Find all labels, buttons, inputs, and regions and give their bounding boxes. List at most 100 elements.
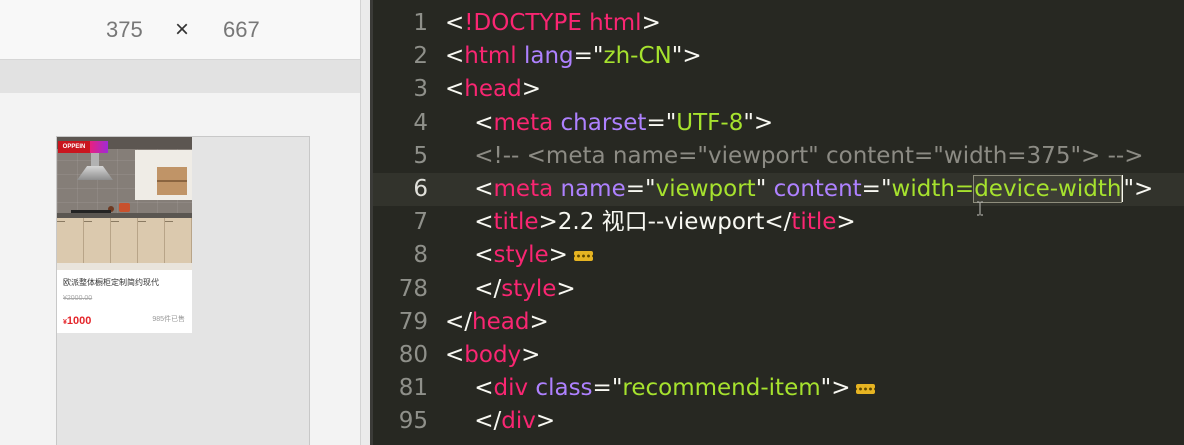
code-line[interactable]: 8 <style> [373,239,1184,272]
line-number[interactable]: 81 [373,372,428,405]
line-number[interactable]: 80 [373,339,428,372]
product-card[interactable]: OPPEIN 欧派整体橱柜定制简约现代 ¥2000.00 ¥1000 985件已… [57,137,192,333]
code-token: !DOCTYPE html [464,10,642,36]
code-text[interactable]: <meta name="viewport" content="width=dev… [428,173,1153,206]
panel-scrollbar[interactable] [360,0,370,445]
code-token: 2.2 视口--viewport [557,209,765,236]
fold-marker-icon[interactable] [573,250,593,261]
mouse-cursor-icon [977,201,983,216]
code-token: > [836,209,856,236]
code-token: </ [445,408,502,435]
code-line[interactable]: 79 </head> [373,306,1184,339]
code-token: viewport [655,175,756,202]
fold-marker-icon[interactable] [856,383,876,394]
device-toolbar: 375 × 667 [0,0,360,60]
code-token: < [445,43,465,70]
brand-badge: OPPEIN [58,141,108,153]
code-text[interactable]: <style> [428,239,593,272]
code-token: content [766,175,862,202]
code-lines[interactable]: 1 <!DOCTYPE html> 2 <html lang="zh-CN"> 3 <he… [373,7,1184,438]
line-number[interactable]: 95 [373,405,428,438]
code-text[interactable]: </style> [428,273,575,306]
line-number[interactable]: 79 [373,306,428,339]
code-text[interactable]: <title>2.2 视口--viewport</title> [428,206,856,239]
code-token: =" [573,43,604,70]
code-token: meta [493,175,554,202]
code-text[interactable]: <div class="recommend-item"> [428,372,876,405]
code-line[interactable]: 78 </style> [373,273,1184,306]
code-token: =" [625,175,656,202]
code-text[interactable]: <!-- <meta name="viewport" content="widt… [428,140,1143,173]
counter-item [119,203,130,212]
code-token: html [464,43,517,70]
code-token: lang [516,43,574,70]
code-text[interactable]: <html lang="zh-CN"> [428,40,702,73]
code-token: name [553,175,626,202]
code-token: div [493,375,529,402]
line-number[interactable]: 5 [373,140,428,173]
shelf-board [157,180,187,182]
i-beam-shape [977,201,983,216]
code-token: body [464,341,522,368]
line-number[interactable]: 3 [373,73,428,106]
code-token: < [445,341,465,368]
code-token: > [538,209,558,236]
code-token: recommend-item [622,375,821,402]
code-text[interactable]: <head> [428,73,541,106]
line-number[interactable]: 4 [373,107,428,140]
code-token: style [493,242,549,269]
code-text[interactable]: <meta charset="UTF-8"> [428,107,773,140]
code-line[interactable]: 6 <meta name="viewport" content="width=d… [373,172,1184,207]
original-price: ¥2000.00 [63,295,93,302]
kitchen-floor [57,263,192,270]
device-viewport: OPPEIN 欧派整体橱柜定制简约现代 ¥2000.00 ¥1000 985件已… [56,136,310,445]
code-line[interactable]: 1 <!DOCTYPE html> [373,7,1184,40]
code-token: < [445,175,494,202]
device-emulator-panel: 375 × 667 OPPEIN 欧派整体橱柜定制简约现代 ¥2000.00 ¥… [0,0,370,445]
current-price: 1000 [66,315,92,327]
code-token: title [493,209,539,236]
brand-logo: OPPEIN [58,141,90,153]
code-line[interactable]: 3 <head> [373,73,1184,106]
promo-tag [90,141,108,153]
code-token: =" [646,109,677,136]
code-token: < [445,109,494,136]
code-text[interactable]: </head> [428,306,549,339]
code-token: > [641,10,661,36]
code-line[interactable]: 81 <div class="recommend-item"> [373,372,1184,405]
line-number[interactable]: 1 [373,7,428,40]
code-line[interactable]: 7 <title>2.2 视口--viewport</title> [373,206,1184,239]
code-token: " [755,175,767,202]
code-editor[interactable]: 1 <!DOCTYPE html> 2 <html lang="zh-CN"> 3 <he… [373,0,1184,445]
code-line[interactable]: 80 <body> [373,339,1184,372]
code-token: "> [743,109,774,136]
viewport-width-value[interactable]: 375 [106,17,143,43]
line-number[interactable]: 2 [373,40,428,73]
code-token: < [445,209,494,236]
product-title[interactable]: 欧派整体橱柜定制简约现代 [63,277,159,289]
code-token: style [501,275,557,302]
code-line[interactable]: 2 <html lang="zh-CN"> [373,40,1184,73]
viewport-height-value[interactable]: 667 [223,17,260,43]
line-number[interactable]: 78 [373,273,428,306]
code-line[interactable]: 4 <meta charset="UTF-8"> [373,107,1184,140]
code-text[interactable]: <!DOCTYPE html> [428,7,661,40]
code-token: < [445,76,465,103]
price-row: ¥1000 [63,313,91,327]
product-image[interactable]: OPPEIN [57,137,192,270]
code-token: head [472,308,530,335]
code-text[interactable]: <body> [428,339,540,372]
code-line[interactable]: 5 <!-- <meta name="viewport" content="wi… [373,140,1184,173]
dimension-separator: × [175,16,190,43]
code-token: UTF-8 [676,109,744,136]
code-token: > [521,76,541,103]
code-line[interactable]: 95 </div> [373,405,1184,438]
code-text[interactable]: </div> [428,405,555,438]
line-number[interactable]: 7 [373,206,428,239]
selected-text: device-width [973,174,1123,203]
line-number[interactable]: 6 [373,173,428,206]
media-query-bar [0,60,360,93]
sold-count: 985件已售 [152,316,185,323]
code-token: head [464,76,522,103]
line-number[interactable]: 8 [373,239,428,272]
